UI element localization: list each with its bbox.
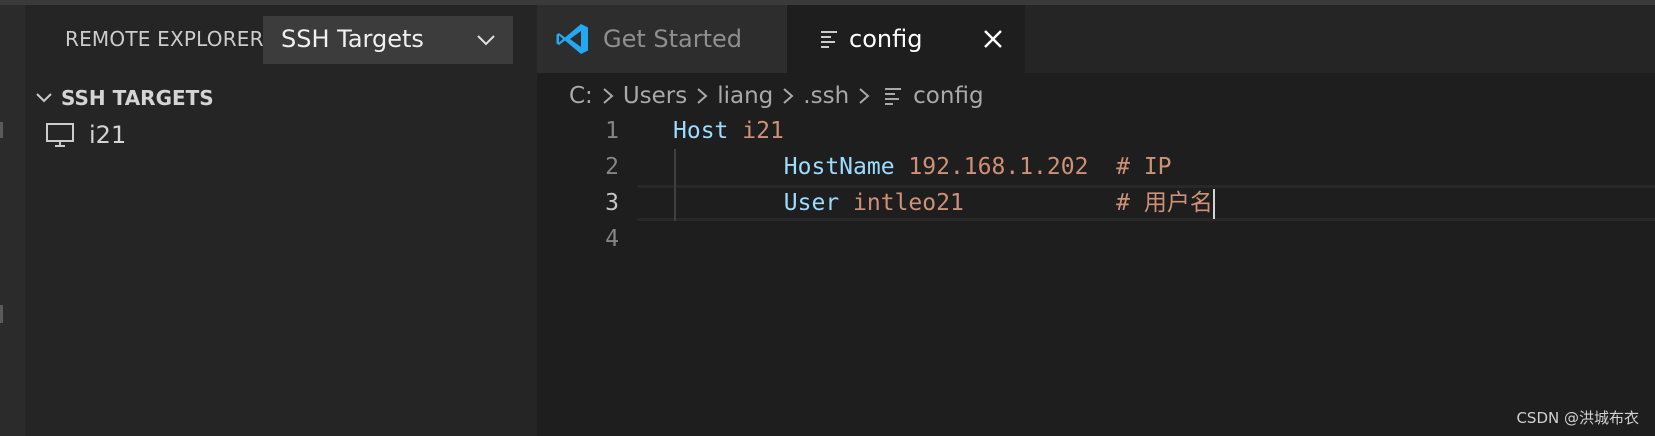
ssh-targets-section-header[interactable]: SSH TARGETS [35,83,214,113]
activity-indicator [0,122,3,138]
breadcrumb-item[interactable]: Users [623,83,687,109]
breadcrumb-item[interactable]: liang [717,83,773,109]
chevron-down-icon [477,35,495,46]
line-number: 4 [605,226,619,252]
ssh-target-item[interactable]: i21 [45,118,126,152]
chevron-right-icon [603,88,614,104]
remote-target-select[interactable]: SSH Targets [263,16,513,64]
activity-indicator [0,305,3,323]
tab-bar: Get Started config [537,5,1655,73]
line-content: User intleo21 # 用户名 [673,185,1215,221]
chevron-right-icon [859,88,870,104]
chevron-right-icon [697,88,708,104]
tab-label: Get Started [603,25,743,53]
editor-area: Get Started config C: Users liang .ssh c… [537,5,1655,436]
config-value: i21 [742,118,784,144]
tab-get-started[interactable]: Get Started [537,5,787,73]
comment: # 用户名 [1116,190,1213,216]
config-value: intleo21 [853,190,964,216]
code-line-active[interactable]: 3 User intleo21 # 用户名 [537,185,1655,221]
activity-bar [0,5,25,436]
ssh-target-label: i21 [89,121,127,149]
code-line[interactable]: 4 [537,221,1655,257]
remote-target-select-value: SSH Targets [281,25,424,53]
code-line[interactable]: 2 HostName 192.168.1.202 # IP [537,149,1655,185]
line-number: 2 [605,154,619,180]
breadcrumb-item[interactable]: config [913,83,983,109]
config-key: HostName [783,154,895,180]
chevron-down-icon [36,93,52,103]
vscode-logo-icon [556,24,588,54]
config-key: User [783,190,840,216]
line-content: HostName 192.168.1.202 # IP [673,149,1172,185]
chevron-right-icon [783,88,794,104]
line-number: 1 [605,118,619,144]
sidebar-title: REMOTE EXPLORER [65,27,264,51]
code-line[interactable]: 1 Host i21 [537,113,1655,149]
section-label: SSH TARGETS [61,86,214,110]
line-number: 3 [605,190,619,216]
text-cursor [1212,188,1215,219]
monitor-icon [46,123,74,147]
breadcrumb: C: Users liang .ssh config [569,79,984,113]
line-content: Host i21 [673,113,784,149]
breadcrumb-item[interactable]: .ssh [803,83,849,109]
config-key: Host [673,118,729,144]
vscode-window: REMOTE EXPLORER SSH Targets SSH TARGETS … [0,0,1655,436]
tab-config[interactable]: config [787,5,1025,73]
config-value: 192.168.1.202 [908,154,1089,180]
remote-explorer-sidebar: REMOTE EXPLORER SSH Targets SSH TARGETS … [25,5,537,436]
comment: # IP [1116,154,1172,180]
tab-label: config [849,25,923,53]
file-lines-icon [885,88,902,105]
watermark: CSDN @洪城布衣 [1516,409,1639,427]
breadcrumb-item[interactable]: C: [569,83,593,109]
close-icon[interactable] [982,28,1004,50]
file-lines-icon [821,31,837,48]
